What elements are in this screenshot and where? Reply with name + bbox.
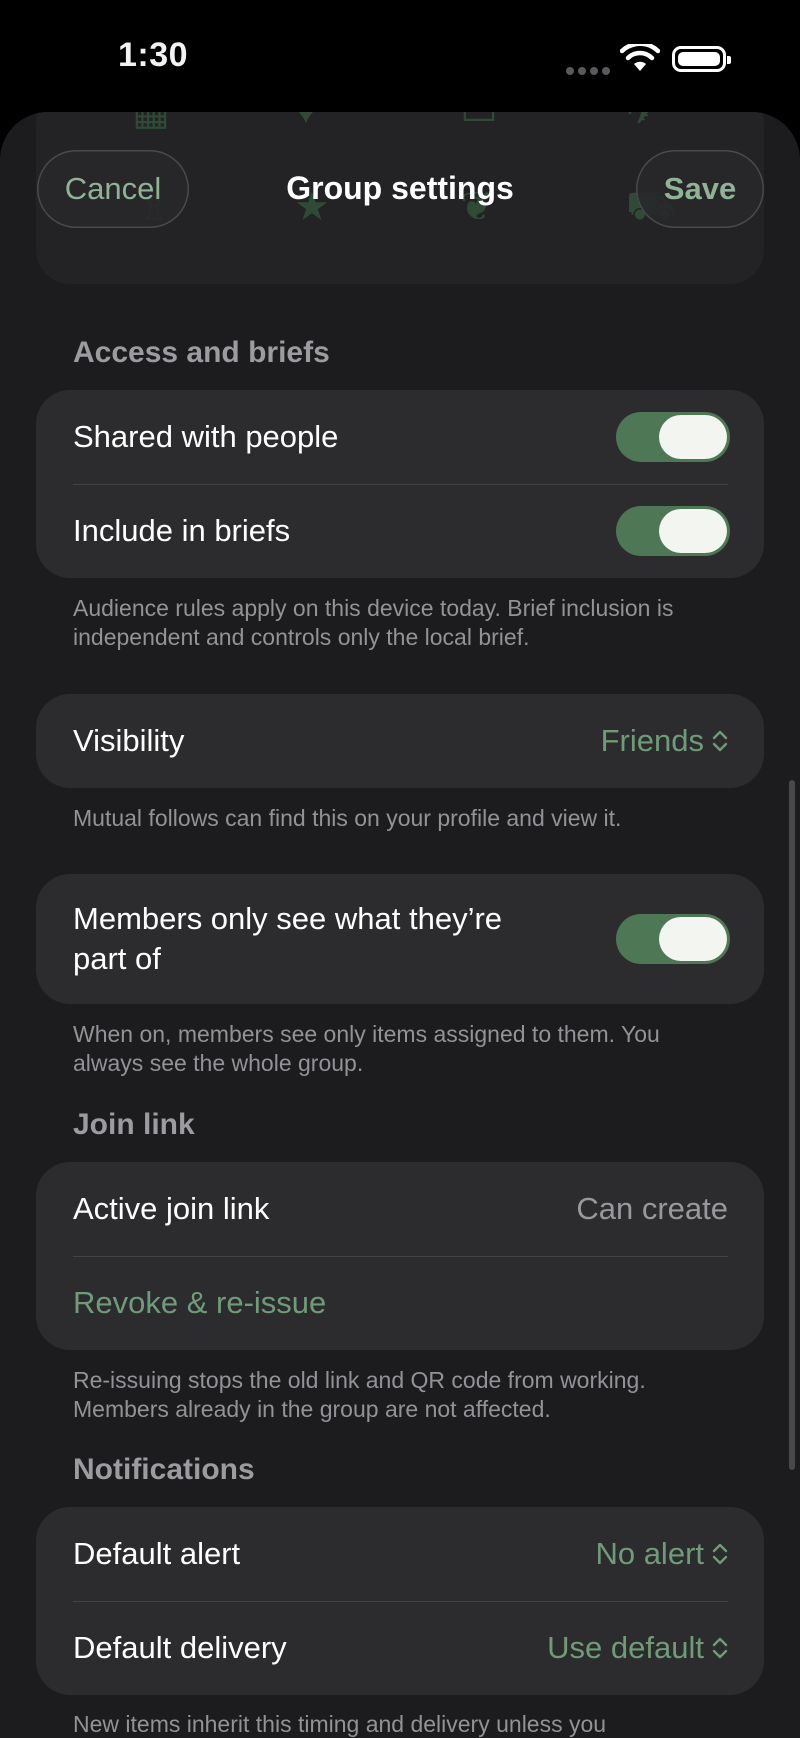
notifications-footnote: New items inherit this timing and delive…: [73, 1711, 607, 1737]
join-link-card: Active join link Can create Revoke & re-…: [36, 1162, 764, 1350]
section-header-notifications: Notifications: [73, 1453, 255, 1486]
chevron-up-down-icon: [712, 730, 728, 752]
visibility-card: Visibility Friends: [36, 694, 764, 788]
shared-label: Shared with people: [73, 419, 339, 454]
members-toggle[interactable]: [616, 914, 730, 964]
status-time: 1:30: [118, 36, 189, 74]
default-delivery-value: Use default: [547, 1630, 704, 1665]
join-link-footnote: Re-issuing stops the old link and QR cod…: [73, 1367, 646, 1422]
visibility-footnote: Mutual follows can find this on your pro…: [73, 805, 622, 831]
battery-icon: [672, 46, 731, 72]
scrollbar[interactable]: [789, 780, 795, 1470]
airplane-icon: ✈: [626, 112, 660, 134]
briefs-toggle[interactable]: [616, 506, 730, 556]
revoke-reissue-button[interactable]: Revoke & re-issue: [73, 1256, 326, 1350]
access-footnote: Audience rules apply on this device toda…: [73, 595, 674, 650]
members-card: Members only see what they’re part of: [36, 874, 764, 1004]
visibility-value: Friends: [600, 723, 704, 758]
shared-toggle[interactable]: [616, 412, 730, 462]
default-alert-value: No alert: [595, 1536, 704, 1571]
default-delivery-select[interactable]: Use default: [547, 1601, 728, 1695]
members-label: Members only see what they’re part of: [73, 901, 503, 976]
active-join-link-value: Can create: [576, 1191, 728, 1226]
access-card: Shared with people Include in briefs: [36, 390, 764, 578]
default-alert-label: Default alert: [73, 1536, 241, 1571]
chevron-up-down-icon: [712, 1637, 728, 1659]
wifi-icon: [620, 44, 660, 71]
briefcase-icon: ▭: [460, 112, 498, 134]
active-join-link-label: Active join link: [73, 1191, 270, 1226]
notifications-card: Default alert No alert Default delivery …: [36, 1507, 764, 1695]
signal-icon: [566, 62, 614, 80]
visibility-row[interactable]: Visibility Friends: [36, 694, 764, 788]
briefs-label: Include in briefs: [73, 513, 291, 548]
default-alert-row[interactable]: Default alert No alert: [36, 1507, 764, 1601]
section-header-join-link: Join link: [73, 1108, 195, 1141]
section-header-access: Access and briefs: [73, 336, 330, 369]
heart-icon: ♥: [294, 112, 318, 133]
visibility-label: Visibility: [73, 723, 185, 758]
save-button[interactable]: Save: [636, 150, 764, 228]
visibility-select[interactable]: Friends: [601, 694, 728, 788]
status-bar: 1:30: [0, 0, 800, 112]
default-alert-select[interactable]: No alert: [595, 1507, 728, 1601]
default-delivery-row[interactable]: Default delivery Use default: [36, 1601, 764, 1695]
grid-icon: ▦: [132, 112, 170, 134]
briefs-row[interactable]: Include in briefs: [36, 484, 764, 578]
revoke-row[interactable]: Revoke & re-issue: [36, 1256, 764, 1350]
default-delivery-label: Default delivery: [73, 1630, 287, 1665]
shared-row[interactable]: Shared with people: [36, 390, 764, 484]
active-join-link-row: Active join link Can create: [36, 1162, 764, 1256]
members-footnote: When on, members see only items assigned…: [73, 1021, 660, 1076]
chevron-up-down-icon: [712, 1543, 728, 1565]
settings-sheet: ▦ ♥ ▭ ✈ ♗ ★ ❦ ⛟ Cancel Group settings Sa…: [0, 112, 800, 1738]
